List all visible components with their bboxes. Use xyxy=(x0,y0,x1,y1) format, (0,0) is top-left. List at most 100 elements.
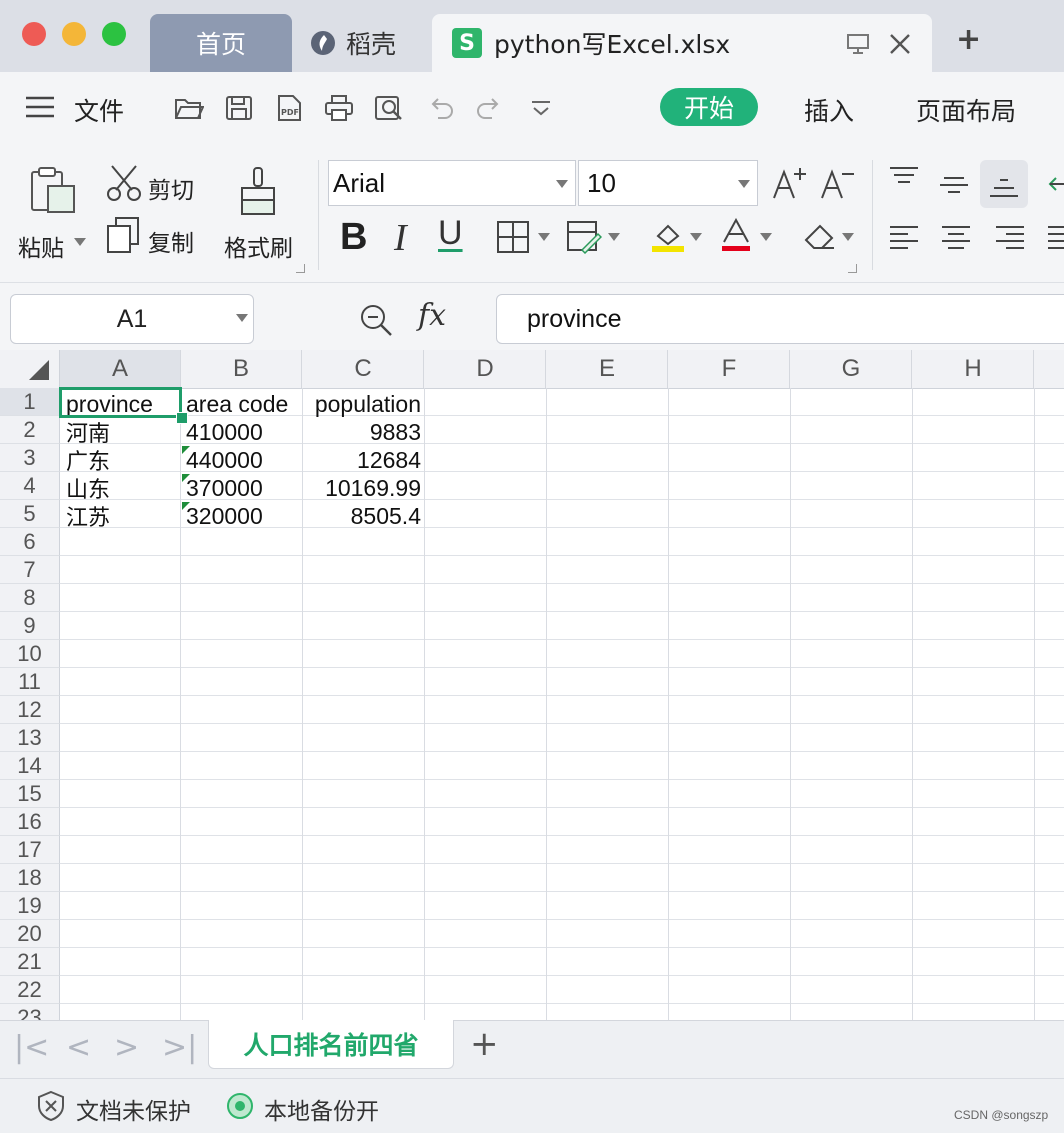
more-tools-chevron-icon[interactable] xyxy=(526,94,556,122)
paste-button[interactable]: 粘贴 xyxy=(18,229,64,263)
column-header-g[interactable]: G xyxy=(791,350,912,388)
export-pdf-icon[interactable]: PDF xyxy=(274,94,304,122)
underline-button[interactable]: U xyxy=(438,214,463,253)
tab-insert[interactable]: 插入 xyxy=(804,92,854,128)
column-header-d[interactable]: D xyxy=(425,350,546,388)
font-color-dropdown-icon[interactable] xyxy=(760,233,772,241)
open-folder-icon[interactable] xyxy=(174,94,204,122)
row-header-5[interactable]: 5 xyxy=(0,500,60,528)
fill-color-icon[interactable] xyxy=(650,220,686,254)
add-sheet-button[interactable]: + xyxy=(470,1024,499,1064)
row-header-4[interactable]: 4 xyxy=(0,472,60,500)
local-backup-status[interactable]: 本地备份开 xyxy=(264,1092,379,1126)
italic-button[interactable]: I xyxy=(394,216,407,260)
row-header-10[interactable]: 10 xyxy=(0,640,60,668)
paste-icon[interactable] xyxy=(28,166,78,216)
format-painter-icon[interactable] xyxy=(236,166,280,218)
borders-icon[interactable] xyxy=(496,220,530,254)
name-box-dropdown-icon[interactable] xyxy=(236,314,248,322)
prev-sheet-icon[interactable]: < xyxy=(66,1030,91,1065)
font-group-launcher-icon[interactable] xyxy=(848,264,857,273)
file-menu[interactable]: 文件 xyxy=(74,92,124,128)
tab-daoke[interactable]: 稻壳 xyxy=(296,14,432,72)
paste-dropdown-icon[interactable] xyxy=(74,238,86,246)
align-left-icon[interactable] xyxy=(888,224,920,252)
cell-a4[interactable]: 山东 xyxy=(62,474,181,503)
close-tab-icon[interactable] xyxy=(888,32,912,56)
cell-a3[interactable]: 广东 xyxy=(62,446,181,475)
row-header-7[interactable]: 7 xyxy=(0,556,60,584)
column-header-e[interactable]: E xyxy=(547,350,668,388)
new-tab-button[interactable]: + xyxy=(956,22,981,57)
font-size-dropdown-icon[interactable] xyxy=(738,180,750,188)
hamburger-menu-icon[interactable] xyxy=(26,96,54,118)
indent-icon[interactable] xyxy=(1046,172,1064,198)
text-number-warning-icon[interactable] xyxy=(182,446,190,454)
row-header-17[interactable]: 17 xyxy=(0,836,60,864)
save-icon[interactable] xyxy=(224,94,254,122)
cell-c5[interactable]: 8505.4 xyxy=(304,502,425,530)
format-painter-button[interactable]: 格式刷 xyxy=(224,229,293,263)
font-size-select[interactable]: 10 xyxy=(578,160,758,206)
cell-a2[interactable]: 河南 xyxy=(62,418,181,447)
font-name-select[interactable]: Arial xyxy=(328,160,576,206)
tab-page-layout[interactable]: 页面布局 xyxy=(916,92,1016,128)
justify-icon[interactable] xyxy=(1046,224,1064,252)
name-box[interactable]: A1 xyxy=(10,294,254,344)
last-sheet-icon[interactable]: >| xyxy=(162,1030,197,1065)
copy-button[interactable]: 复制 xyxy=(148,224,194,258)
clear-format-dropdown-icon[interactable] xyxy=(842,233,854,241)
row-header-12[interactable]: 12 xyxy=(0,696,60,724)
sheet-tab-active[interactable]: 人口排名前四省 xyxy=(208,1020,454,1069)
cell-style-dropdown-icon[interactable] xyxy=(608,233,620,241)
column-header-f[interactable]: F xyxy=(669,350,790,388)
print-icon[interactable] xyxy=(324,94,354,122)
borders-dropdown-icon[interactable] xyxy=(538,233,550,241)
zoom-formula-icon[interactable] xyxy=(358,302,394,338)
column-header-h[interactable]: H xyxy=(913,350,1034,388)
row-header-2[interactable]: 2 xyxy=(0,416,60,444)
maximize-window-button[interactable] xyxy=(102,22,126,46)
cell-style-icon[interactable] xyxy=(566,220,602,254)
cell-b2[interactable]: 410000 xyxy=(182,418,303,446)
tab-home[interactable]: 首页 xyxy=(150,14,292,72)
row-header-1[interactable]: 1 xyxy=(0,388,60,416)
fill-handle[interactable] xyxy=(176,412,188,424)
row-header-3[interactable]: 3 xyxy=(0,444,60,472)
bold-button[interactable]: B xyxy=(340,216,367,259)
cell-b5[interactable]: 320000 xyxy=(182,502,303,530)
text-number-warning-icon[interactable] xyxy=(182,502,190,510)
row-header-14[interactable]: 14 xyxy=(0,752,60,780)
row-header-9[interactable]: 9 xyxy=(0,612,60,640)
column-header-b[interactable]: B xyxy=(181,350,302,388)
tab-document[interactable]: S python写Excel.xlsx xyxy=(432,14,932,72)
minimize-window-button[interactable] xyxy=(62,22,86,46)
scissors-icon[interactable] xyxy=(106,164,142,202)
align-center-icon[interactable] xyxy=(940,224,972,252)
cell-a5[interactable]: 江苏 xyxy=(62,502,181,531)
clipboard-group-launcher-icon[interactable] xyxy=(296,264,305,273)
undo-icon[interactable] xyxy=(426,94,456,122)
cut-button[interactable]: 剪切 xyxy=(148,171,194,205)
row-header-22[interactable]: 22 xyxy=(0,976,60,1004)
cell-c4[interactable]: 10169.99 xyxy=(304,474,425,502)
column-header-c[interactable]: C xyxy=(303,350,424,388)
formula-input[interactable]: province xyxy=(496,294,1064,344)
cell-b3[interactable]: 440000 xyxy=(182,446,303,474)
decrease-font-size-icon[interactable] xyxy=(820,166,856,202)
print-preview-icon[interactable] xyxy=(374,94,404,122)
row-header-19[interactable]: 19 xyxy=(0,892,60,920)
tab-start[interactable]: 开始 xyxy=(660,88,758,126)
row-header-16[interactable]: 16 xyxy=(0,808,60,836)
align-middle-icon[interactable] xyxy=(938,174,970,200)
font-color-icon[interactable] xyxy=(720,218,752,254)
close-window-button[interactable] xyxy=(22,22,46,46)
row-header-21[interactable]: 21 xyxy=(0,948,60,976)
cell-b4[interactable]: 370000 xyxy=(182,474,303,502)
row-header-13[interactable]: 13 xyxy=(0,724,60,752)
text-number-warning-icon[interactable] xyxy=(182,474,190,482)
row-header-23[interactable]: 23 xyxy=(0,1004,60,1020)
cell-b1[interactable]: area code xyxy=(182,390,303,418)
row-header-6[interactable]: 6 xyxy=(0,528,60,556)
row-header-20[interactable]: 20 xyxy=(0,920,60,948)
